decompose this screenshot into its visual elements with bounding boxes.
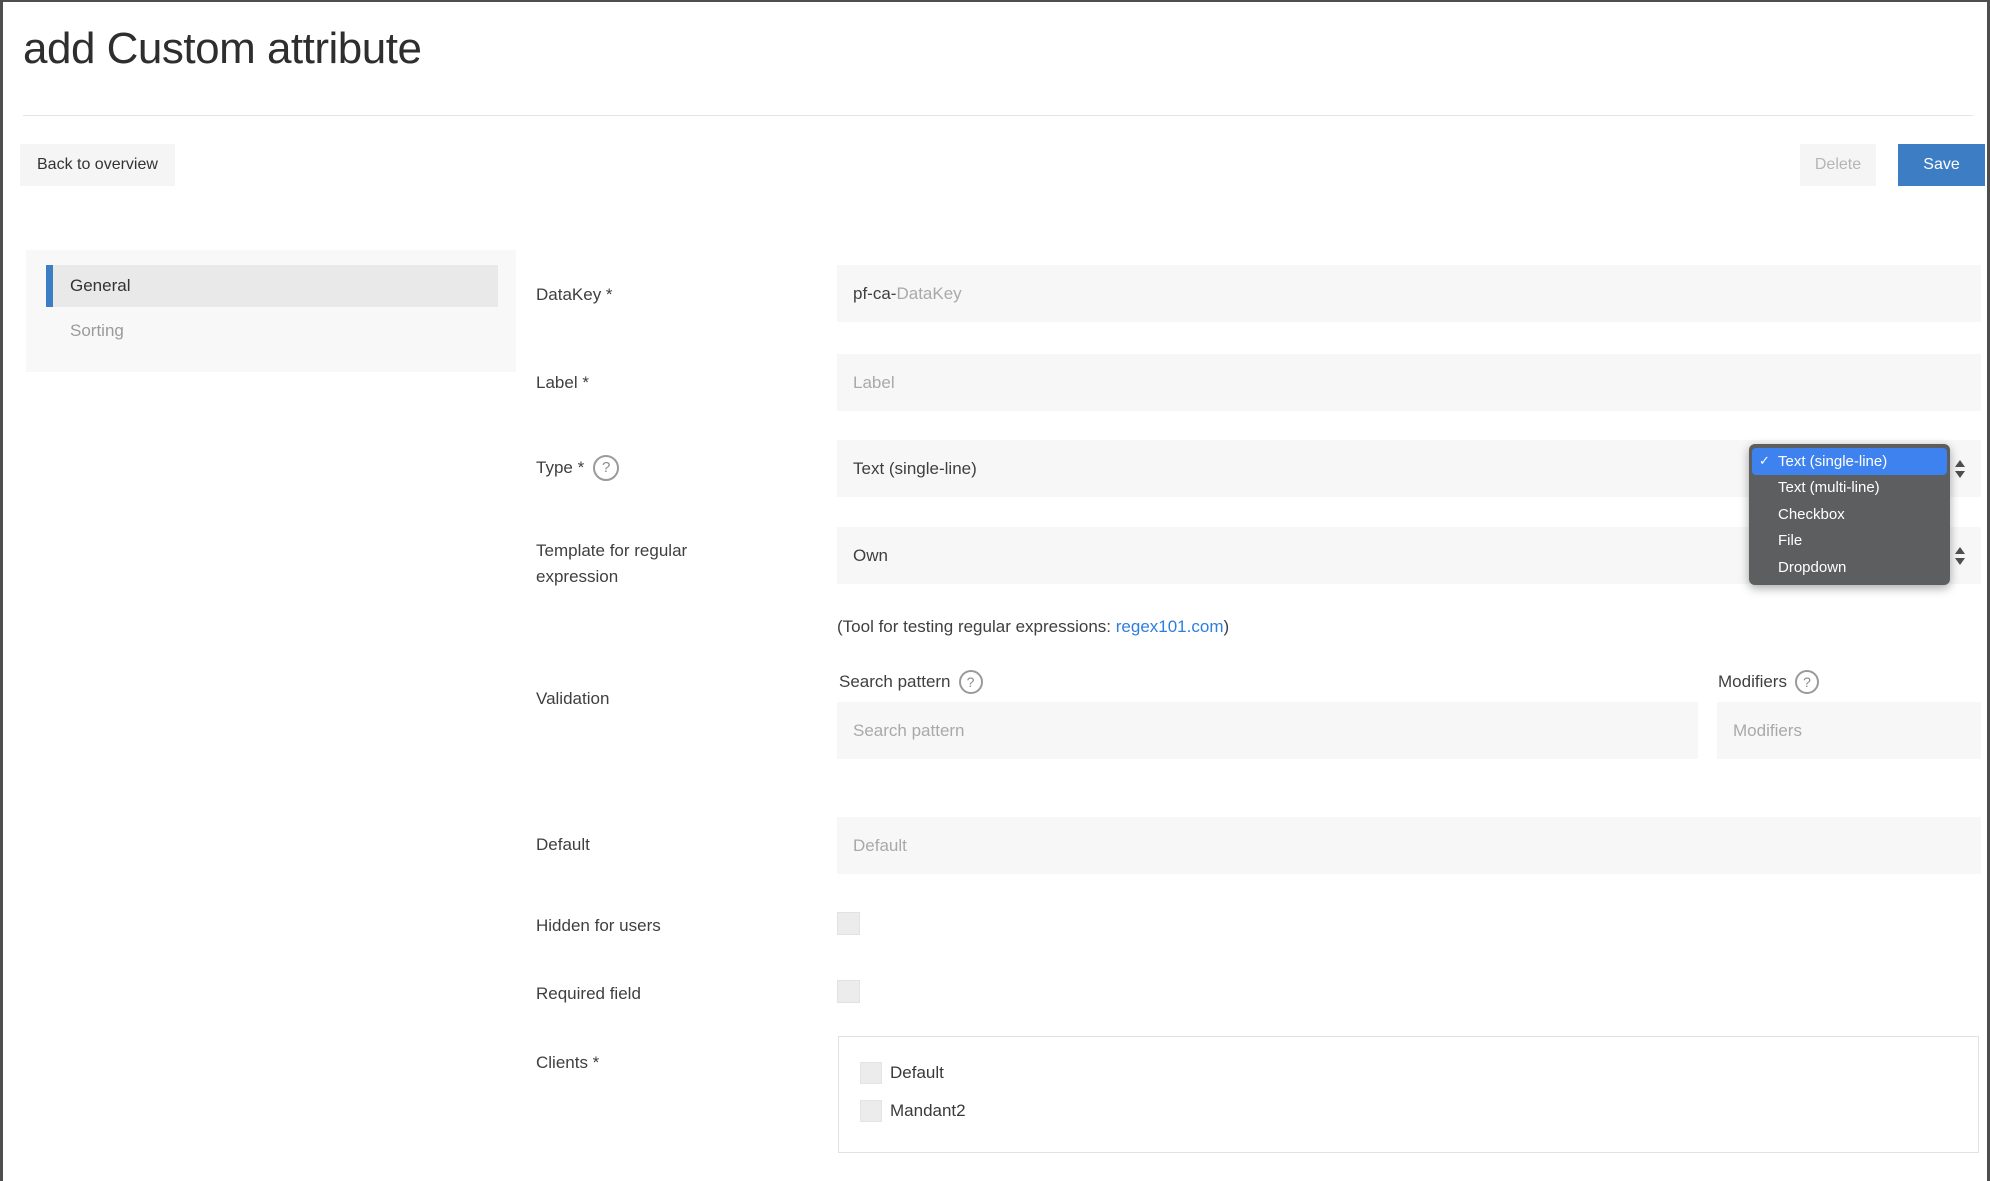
default-label: Default [536, 835, 590, 854]
datakey-placeholder: DataKey [896, 283, 962, 303]
dropdown-option-file[interactable]: File [1752, 528, 1947, 555]
template-select-value: Own [853, 545, 888, 565]
datakey-label: DataKey * [536, 285, 613, 304]
regex-note-suffix: ) [1223, 617, 1230, 636]
regex-note-prefix: (Tool for testing regular expressions: [837, 617, 1116, 636]
dropdown-option-checkbox[interactable]: Checkbox [1752, 501, 1947, 528]
select-arrows-icon [1955, 459, 1965, 478]
back-to-overview-button[interactable]: Back to overview [20, 144, 175, 186]
required-field-checkbox[interactable] [837, 980, 860, 1003]
dropdown-option-dropdown[interactable]: Dropdown [1752, 554, 1947, 581]
client-row-mandant2: Mandant2 [860, 1100, 966, 1122]
search-pattern-help-icon[interactable]: ? [958, 670, 983, 694]
modifiers-input[interactable] [1717, 702, 1981, 759]
type-select-value: Text (single-line) [853, 458, 977, 478]
dropdown-option-label: Dropdown [1778, 558, 1847, 576]
client-row-default: Default [860, 1062, 944, 1084]
sidebar-item-general[interactable]: General [46, 265, 498, 307]
sidebar-item-sorting[interactable]: Sorting [70, 316, 124, 346]
dropdown-option-label: Text (multi-line) [1778, 479, 1880, 497]
save-button[interactable]: Save [1898, 144, 1985, 186]
client-default-checkbox[interactable] [860, 1062, 882, 1084]
template-label: Template for regular expression [536, 541, 688, 586]
delete-button[interactable]: Delete [1800, 144, 1876, 186]
clients-label: Clients * [536, 1053, 600, 1072]
datakey-value-prefix: pf-ca- [853, 283, 897, 303]
regex101-link[interactable]: regex101.com [1116, 617, 1224, 636]
dropdown-option-label: File [1778, 532, 1803, 550]
modifiers-help-icon[interactable]: ? [1794, 670, 1819, 694]
regex-tool-note: (Tool for testing regular expressions: r… [837, 617, 1229, 637]
sidebar-item-sorting-label: Sorting [70, 321, 124, 340]
type-help-icon[interactable]: ? [593, 455, 620, 481]
client-mandant2-label: Mandant2 [890, 1101, 966, 1120]
default-input[interactable] [837, 817, 1981, 874]
search-pattern-input[interactable] [837, 702, 1698, 759]
page-title: add Custom attribute [23, 24, 422, 73]
sidebar-item-general-label: General [70, 276, 131, 295]
label-input[interactable] [837, 354, 1981, 411]
datakey-input[interactable]: pf-ca- DataKey [837, 265, 1981, 322]
hidden-for-users-checkbox[interactable] [837, 912, 860, 935]
section-sidebar: General Sorting [26, 250, 516, 372]
modifiers-sublabel-row: Modifiers ? [1718, 670, 1819, 694]
hidden-for-users-label: Hidden for users [536, 916, 661, 935]
validation-label: Validation [536, 689, 610, 708]
dropdown-option-text-single-line[interactable]: ✓ Text (single-line) [1752, 448, 1947, 475]
dropdown-option-label: Text (single-line) [1778, 452, 1888, 470]
dropdown-option-text-multi-line[interactable]: Text (multi-line) [1752, 475, 1947, 502]
client-default-label: Default [890, 1063, 944, 1082]
select-arrows-icon [1955, 546, 1965, 565]
checkmark-icon: ✓ [1759, 453, 1770, 469]
required-field-label: Required field [536, 984, 641, 1003]
type-label: Type * [536, 458, 585, 477]
modifiers-sublabel: Modifiers [1718, 672, 1787, 691]
label-field-label: Label * [536, 373, 589, 392]
type-select-dropdown: ✓ Text (single-line) Text (multi-line) C… [1749, 444, 1950, 585]
type-label-row: Type * ? [536, 455, 620, 481]
title-divider [23, 115, 1973, 116]
client-mandant2-checkbox[interactable] [860, 1100, 882, 1122]
search-pattern-sublabel-row: Search pattern ? [839, 670, 983, 694]
clients-box: Default Mandant2 [838, 1036, 1979, 1153]
dropdown-option-label: Checkbox [1778, 505, 1845, 523]
search-pattern-sublabel: Search pattern [839, 672, 951, 691]
add-custom-attribute-page: add Custom attribute Back to overview De… [0, 0, 1990, 1181]
